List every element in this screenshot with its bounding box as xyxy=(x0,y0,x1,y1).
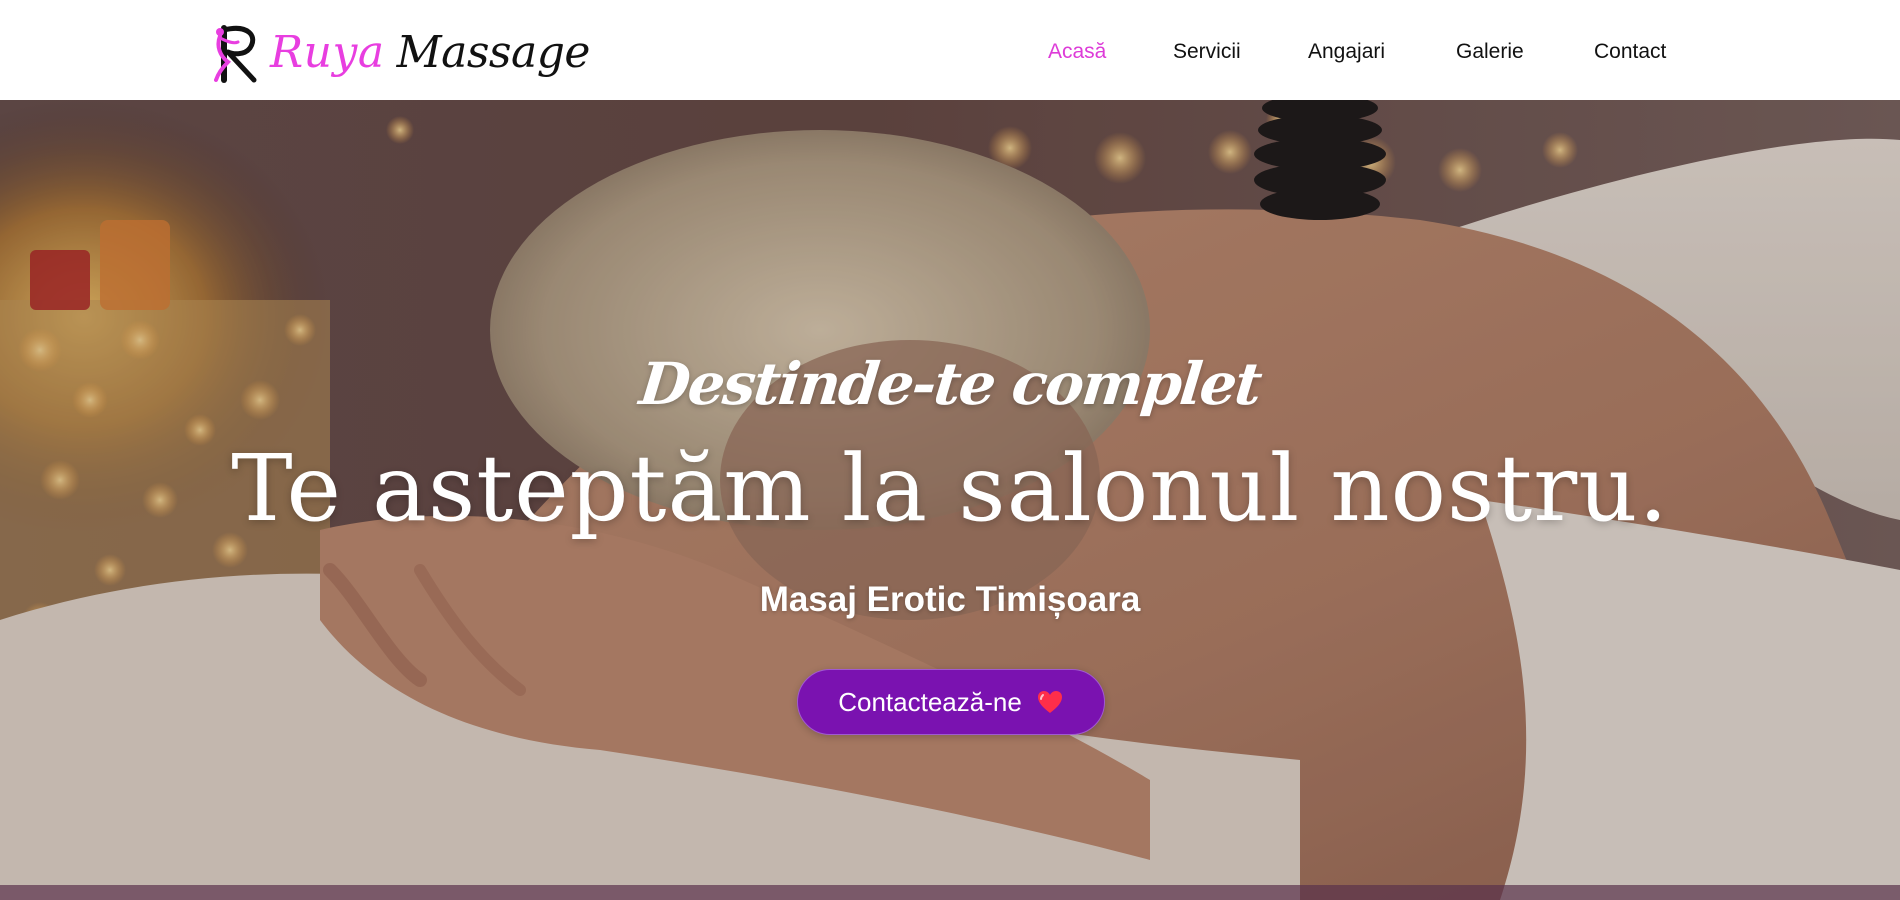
contact-cta-label: Contactează-ne xyxy=(838,686,1022,717)
ruya-monogram-icon xyxy=(214,25,257,83)
hero-subline: Masaj Erotic Timișoara xyxy=(759,580,1141,619)
nav-item-acasa[interactable]: Acasă xyxy=(1048,40,1106,64)
main-nav: Acasă Servicii Angajari Galerie Contact xyxy=(1030,0,1690,100)
hero-tagline: Destinde-te complet xyxy=(636,350,1264,418)
logo-word-massage: Massage xyxy=(396,27,591,78)
hero-section: Destinde-te complet Te asteptăm la salon… xyxy=(0,100,1900,900)
heart-icon xyxy=(1037,691,1062,713)
nav-item-servicii[interactable]: Servicii xyxy=(1173,40,1241,64)
nav-item-angajari[interactable]: Angajari xyxy=(1308,40,1385,64)
nav-item-galerie[interactable]: Galerie xyxy=(1456,40,1524,64)
hero-headline: Te asteptăm la salonul nostru. xyxy=(231,435,1669,542)
nav-item-contact[interactable]: Contact xyxy=(1594,40,1666,64)
site-logo[interactable]: Ruya Massage xyxy=(214,22,590,84)
site-header: Ruya Massage Acasă Servicii Angajari Gal… xyxy=(0,0,1900,100)
contact-cta-button[interactable]: Contactează-ne xyxy=(797,669,1105,735)
logo-word-ruya: Ruya xyxy=(270,27,385,78)
